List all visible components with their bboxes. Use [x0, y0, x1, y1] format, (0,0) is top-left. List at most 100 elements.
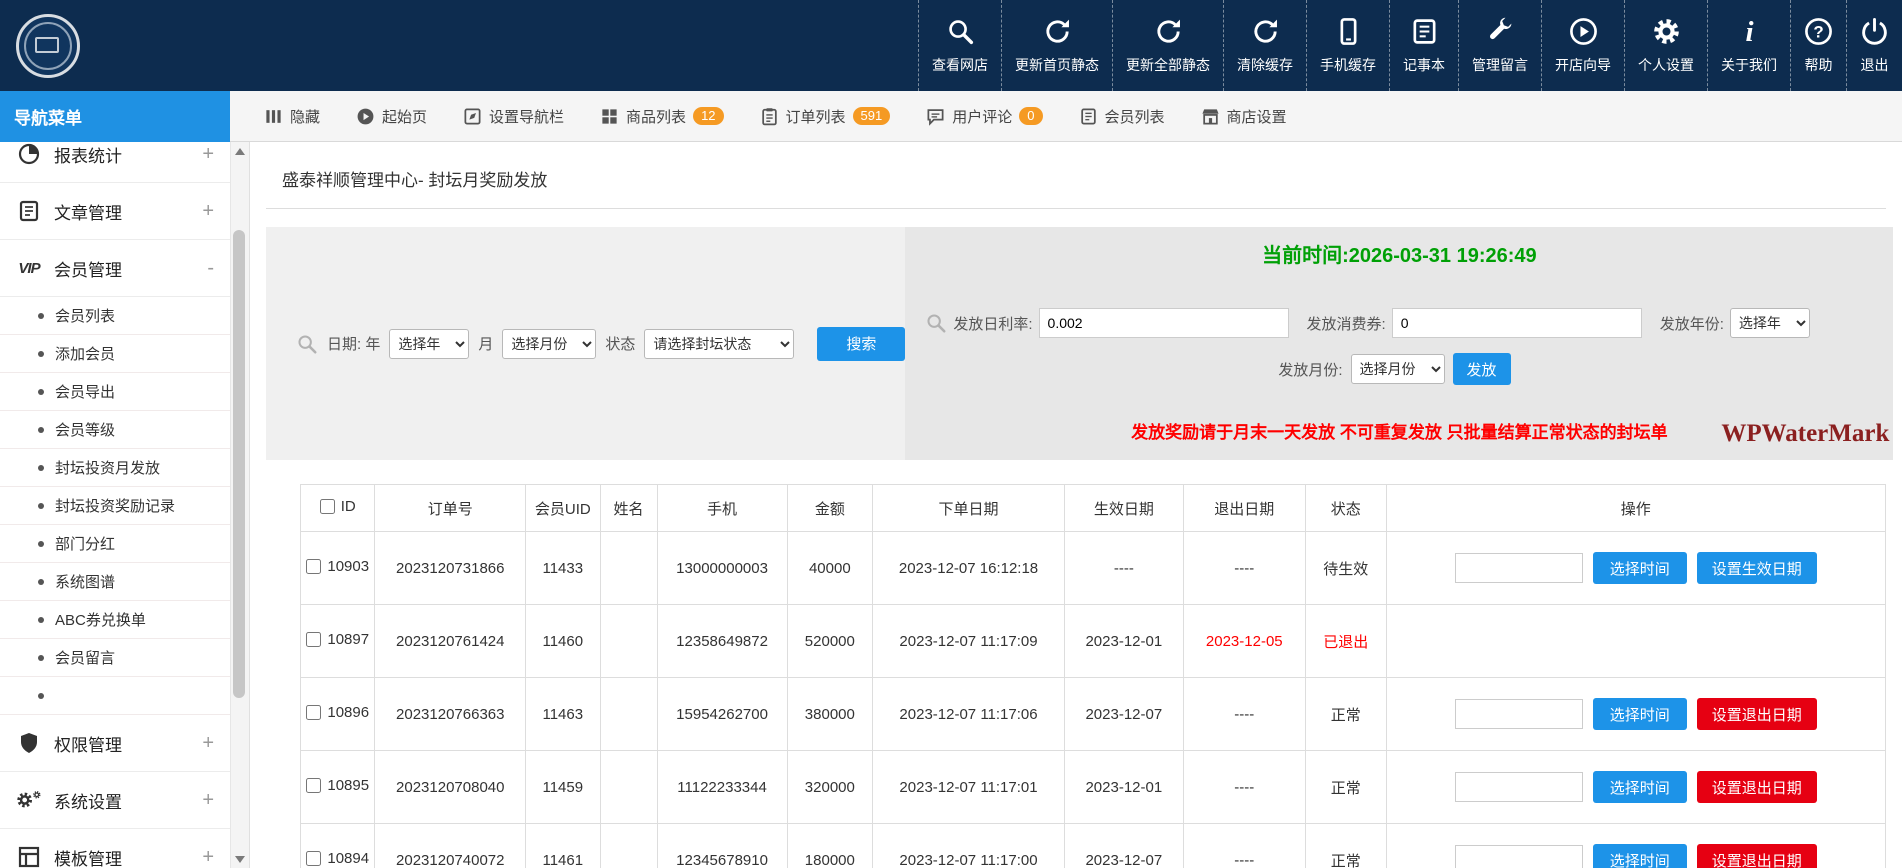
sidebar-subitem-abc-voucher[interactable]: ABC券兑换单: [0, 601, 230, 639]
toolbar-item-label: 隐藏: [290, 106, 320, 127]
scrollbar-thumb[interactable]: [233, 230, 245, 698]
issue-year-select[interactable]: 选择年: [1730, 308, 1810, 338]
filter-status-select[interactable]: 请选择封坛状态: [644, 329, 794, 359]
filter-year-select[interactable]: 选择年: [389, 329, 469, 359]
set-exit-date-button[interactable]: 设置退出日期: [1697, 844, 1817, 868]
power-icon: [1860, 17, 1889, 46]
topbar-item-about-us[interactable]: 关于我们: [1707, 0, 1790, 91]
toolbar-item-hide[interactable]: 隐藏: [264, 106, 320, 127]
topbar-item-personal-settings[interactable]: 个人设置: [1624, 0, 1707, 91]
daily-rate-label: 发放日利率:: [953, 313, 1032, 334]
date-input[interactable]: [1455, 845, 1583, 868]
cell-status: 待生效: [1305, 532, 1386, 605]
set-effective-date-button[interactable]: 设置生效日期: [1697, 552, 1817, 584]
toolbar-item-user-comments[interactable]: 用户评论 0: [926, 106, 1042, 127]
sidebar-item-articles[interactable]: 文章管理 +: [0, 183, 230, 240]
topbar-item-notepad[interactable]: 记事本: [1389, 0, 1458, 91]
topbar-item-label: 个人设置: [1638, 55, 1694, 75]
sidebar-scrollbar[interactable]: [230, 142, 250, 868]
sidebar-item-members[interactable]: VIP 会员管理 -: [0, 240, 230, 297]
sidebar-subitem-monthly-issue[interactable]: 封坛投资月发放: [0, 449, 230, 487]
date-input[interactable]: [1455, 699, 1583, 729]
col-uid: 会员UID: [526, 485, 600, 532]
cell-phone: 11122233344: [657, 751, 787, 824]
choose-time-button[interactable]: 选择时间: [1593, 844, 1687, 868]
topbar-item-manage-messages[interactable]: 管理留言: [1458, 0, 1541, 91]
scroll-down-button[interactable]: [231, 850, 249, 868]
sidebar-subitem-system-map[interactable]: 系统图谱: [0, 563, 230, 601]
topbar-item-label: 清除缓存: [1237, 55, 1293, 75]
coupon-label: 发放消费券:: [1307, 313, 1386, 334]
sidebar-item-system-settings[interactable]: 系统设置 +: [0, 772, 230, 829]
bullet-icon: [38, 617, 44, 623]
sidebar-subitem-member-level[interactable]: 会员等级: [0, 411, 230, 449]
cell-exit-date: ----: [1183, 824, 1305, 868]
sidebar-subitem-reward-records[interactable]: 封坛投资奖励记录: [0, 487, 230, 525]
month-filter-label: 月: [478, 333, 493, 354]
cell-effective-date: 2023-12-01: [1064, 605, 1183, 678]
date-input[interactable]: [1455, 553, 1583, 583]
topbar-item-view-store[interactable]: 查看网店: [918, 0, 1001, 91]
product-count-badge: 12: [693, 107, 723, 125]
cell-id: 10895: [301, 751, 375, 824]
search-icon: [296, 333, 318, 355]
toolbar-item-member-list[interactable]: 会员列表: [1079, 106, 1165, 127]
main-content: 盛泰祥顺管理中心- 封坛月奖励发放 日期: 年 选择年 月 选择月份 状态 请选…: [250, 142, 1902, 868]
sidebar-subitem-add-member[interactable]: 添加会员: [0, 335, 230, 373]
sidebar-subitem-department-dividend[interactable]: 部门分红: [0, 525, 230, 563]
sidebar-subitem-member-messages[interactable]: 会员留言: [0, 639, 230, 677]
sidebar-item-label: 文章管理: [54, 199, 122, 224]
date-input[interactable]: [1455, 772, 1583, 802]
table-header-row: ID 订单号 会员UID 姓名 手机 金额 下单日期 生效日期 退出日期 状态 …: [301, 485, 1886, 532]
topbar-item-label: 管理留言: [1472, 55, 1528, 75]
cell-name: [600, 532, 657, 605]
topbar-item-help[interactable]: 帮助: [1790, 0, 1846, 91]
cell-actions: 选择时间 设置生效日期: [1386, 532, 1885, 605]
set-exit-date-button[interactable]: 设置退出日期: [1697, 698, 1817, 730]
sidebar-subitem-member-list[interactable]: 会员列表: [0, 297, 230, 335]
row-checkbox[interactable]: [306, 559, 321, 574]
toolbar-item-start-page[interactable]: 起始页: [356, 106, 427, 127]
cell-actions: 选择时间 设置退出日期: [1386, 678, 1885, 751]
cell-order-date: 2023-12-07 11:17:09: [873, 605, 1065, 678]
table-row: 10894 2023120740072 11461 12345678910 18…: [301, 824, 1886, 868]
issue-button[interactable]: 发放: [1453, 353, 1511, 385]
row-checkbox[interactable]: [306, 851, 321, 866]
topbar-item-refresh-home[interactable]: 更新首页静态: [1001, 0, 1112, 91]
sidebar-subitem-label: 系统图谱: [55, 571, 115, 592]
daily-rate-input[interactable]: [1039, 308, 1289, 338]
sidebar-subitem-member-export[interactable]: 会员导出: [0, 373, 230, 411]
topbar-item-clear-cache[interactable]: 清除缓存: [1223, 0, 1306, 91]
sidebar-item-templates[interactable]: 模板管理 +: [0, 829, 230, 868]
sidebar-item-reports[interactable]: 报表统计 +: [0, 142, 230, 183]
sidebar-subitem-empty[interactable]: [0, 677, 230, 715]
set-exit-date-button[interactable]: 设置退出日期: [1697, 771, 1817, 803]
col-name: 姓名: [600, 485, 657, 532]
coupon-input[interactable]: [1392, 308, 1642, 338]
choose-time-button[interactable]: 选择时间: [1593, 552, 1687, 584]
issue-month-select[interactable]: 选择月份: [1351, 354, 1445, 384]
row-checkbox[interactable]: [306, 632, 321, 647]
toolbar-item-product-list[interactable]: 商品列表 12: [600, 106, 723, 127]
select-all-checkbox[interactable]: [320, 499, 335, 514]
topbar-item-logout[interactable]: 退出: [1846, 0, 1902, 91]
toolbar-item-order-list[interactable]: 订单列表 591: [760, 106, 891, 127]
cell-order-date: 2023-12-07 11:17:00: [873, 824, 1065, 868]
row-checkbox[interactable]: [306, 705, 321, 720]
toolbar-item-shop-settings[interactable]: 商店设置: [1201, 106, 1287, 127]
cell-id: 10897: [301, 605, 375, 678]
search-button[interactable]: 搜索: [817, 327, 905, 361]
col-phone: 手机: [657, 485, 787, 532]
choose-time-button[interactable]: 选择时间: [1593, 771, 1687, 803]
topbar-item-refresh-all[interactable]: 更新全部静态: [1112, 0, 1223, 91]
sidebar-item-label: 报表统计: [54, 142, 122, 167]
topbar-item-mobile-cache[interactable]: 手机缓存: [1306, 0, 1389, 91]
watermark: WPWaterMark: [1721, 420, 1889, 448]
sidebar-item-permissions[interactable]: 权限管理 +: [0, 715, 230, 772]
topbar-item-shop-wizard[interactable]: 开店向导: [1541, 0, 1624, 91]
toolbar-item-set-navbar[interactable]: 设置导航栏: [463, 106, 564, 127]
filter-month-select[interactable]: 选择月份: [502, 329, 596, 359]
row-checkbox[interactable]: [306, 778, 321, 793]
choose-time-button[interactable]: 选择时间: [1593, 698, 1687, 730]
scroll-up-button[interactable]: [231, 142, 249, 160]
